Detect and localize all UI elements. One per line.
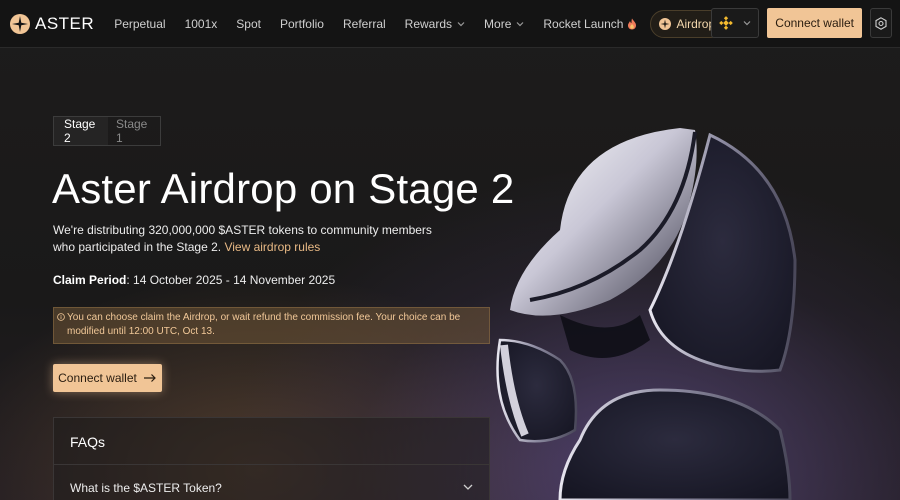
stage-tabs: Stage 2 Stage 1: [53, 116, 161, 146]
connect-wallet-button[interactable]: Connect wallet: [767, 8, 862, 38]
faq-title: FAQs: [70, 434, 106, 450]
nav-label: Spot: [236, 16, 261, 31]
claim-period-value: : 14 October 2025 - 14 November 2025: [126, 273, 336, 287]
main-nav: Perpetual 1001x Spot Portfolio Referral …: [114, 9, 726, 38]
view-airdrop-rules-link[interactable]: View airdrop rules: [224, 240, 320, 254]
connect-wallet-main-button[interactable]: Connect wallet: [53, 364, 162, 392]
nav-label: Rocket Launch: [543, 16, 624, 31]
logo[interactable]: ASTER: [10, 13, 95, 34]
faq-question: What is the $ASTER Token?: [70, 481, 222, 495]
page-title: Aster Airdrop on Stage 2: [52, 165, 515, 212]
chain-selector[interactable]: [711, 8, 760, 38]
claim-period: Claim Period: 14 October 2025 - 14 Novem…: [53, 273, 335, 287]
chevron-down-icon: [516, 21, 524, 26]
nav-perpetual[interactable]: Perpetual: [114, 17, 165, 31]
notice-banner: You can choose claim the Airdrop, or wai…: [53, 307, 490, 344]
chevron-down-icon: [457, 21, 465, 26]
chevron-down-icon: [463, 484, 473, 490]
nav-1001x[interactable]: 1001x: [185, 17, 218, 31]
nav-label: More: [484, 16, 512, 31]
nav-rocket-launch[interactable]: Rocket Launch: [543, 17, 637, 31]
info-icon: [57, 313, 65, 321]
top-navbar: ASTER Perpetual 1001x Spot Portfolio Ref…: [0, 0, 900, 48]
tab-stage-1[interactable]: Stage 1: [108, 117, 160, 145]
nav-rewards[interactable]: Rewards: [405, 17, 465, 31]
header-actions: Connect wallet: [711, 8, 892, 38]
nav-spot[interactable]: Spot: [236, 17, 261, 31]
faq-item[interactable]: What is the $ASTER Token?: [54, 464, 489, 500]
aster-3d-logo-art: [496, 128, 797, 500]
nav-label: 1001x: [184, 16, 218, 31]
claim-period-label: Claim Period: [53, 273, 127, 287]
airdrop-description: We're distributing 320,000,000 $ASTER to…: [53, 222, 433, 256]
aster-logo-icon: [10, 13, 30, 34]
faq-section: FAQs What is the $ASTER Token?: [53, 417, 490, 500]
aster-coin-icon: [659, 17, 672, 30]
nav-label: Rewards: [404, 16, 453, 31]
bnb-chain-icon: [719, 16, 734, 30]
nav-airdrop-label: Airdrop: [676, 16, 716, 31]
nav-label: Portfolio: [279, 16, 324, 31]
settings-icon: [875, 16, 887, 30]
chevron-down-icon: [743, 21, 751, 26]
nav-label: Referral: [342, 16, 386, 31]
logo-text: ASTER: [35, 13, 95, 33]
arrow-right-icon: [143, 374, 156, 382]
notice-text: You can choose claim the Airdrop, or wai…: [67, 312, 461, 337]
nav-portfolio[interactable]: Portfolio: [280, 17, 324, 31]
tab-stage-2[interactable]: Stage 2: [54, 117, 108, 145]
connect-wallet-label: Connect wallet: [58, 371, 137, 385]
nav-referral[interactable]: Referral: [343, 17, 386, 31]
flame-icon: [628, 18, 637, 29]
settings-button[interactable]: [870, 8, 892, 38]
nav-label: Perpetual: [114, 16, 166, 31]
nav-more[interactable]: More: [484, 17, 524, 31]
